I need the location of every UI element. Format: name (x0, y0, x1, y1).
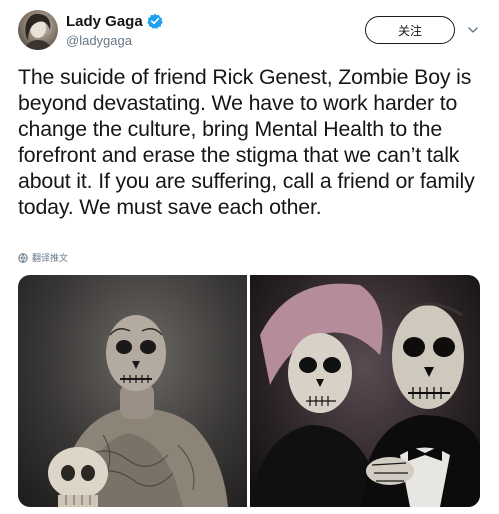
chevron-down-icon[interactable] (467, 24, 479, 36)
globe-icon (18, 252, 28, 263)
user-info: Lady Gaga @ladygaga (66, 11, 163, 48)
avatar[interactable] (18, 10, 58, 50)
translate-tweet-link[interactable]: 翻译推文 (18, 251, 68, 264)
photo-zombie-boy-with-skull[interactable] (18, 275, 247, 507)
tweet-media (18, 275, 480, 507)
display-name[interactable]: Lady Gaga (66, 13, 143, 30)
photo-skull-makeup-couple[interactable] (250, 275, 480, 507)
user-handle[interactable]: @ladygaga (66, 33, 163, 48)
tweet-header: Lady Gaga @ladygaga 关注 (0, 0, 499, 62)
translate-label: 翻译推文 (32, 254, 69, 264)
verified-badge-icon (146, 13, 163, 29)
tweet-text: The suicide of friend Rick Genest, Zombi… (18, 65, 475, 219)
follow-button[interactable]: 关注 (365, 16, 455, 44)
